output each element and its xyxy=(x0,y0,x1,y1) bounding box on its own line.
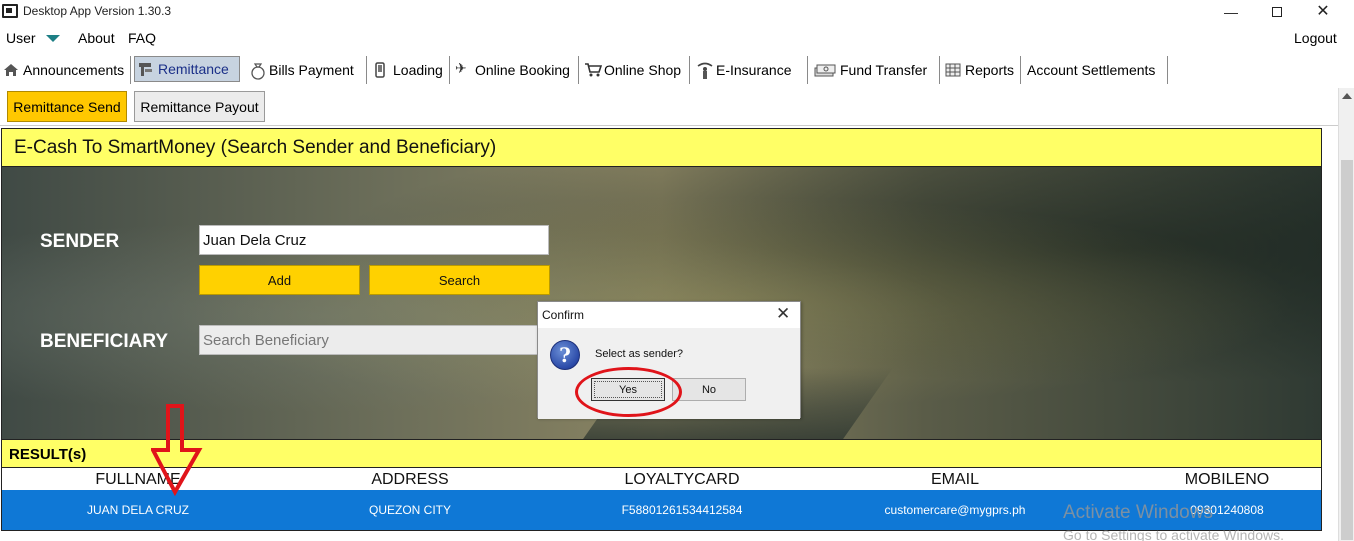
home-icon xyxy=(3,62,19,78)
close-window-button[interactable]: ✕ xyxy=(1300,2,1346,22)
column-header-address[interactable]: ADDRESS xyxy=(310,471,510,489)
search-button[interactable]: Search xyxy=(369,265,550,295)
reports-icon xyxy=(945,62,961,78)
tab-label: Fund Transfer xyxy=(840,62,928,78)
activate-windows-subtext: Go to Settings to activate Windows. xyxy=(1063,527,1284,541)
tab-account-settlements[interactable]: Account Settlements xyxy=(1024,56,1168,84)
insurance-icon xyxy=(696,62,713,79)
remittance-icon xyxy=(138,61,154,77)
cell-loyaltycard: F58801261534412584 xyxy=(621,503,743,517)
dialog-close-button[interactable]: ✕ xyxy=(776,304,790,324)
window-title: Desktop App Version 1.30.3 xyxy=(23,4,172,18)
dialog-message: Select as sender? xyxy=(595,348,684,360)
subtab-bar: Remittance Send Remittance Payout xyxy=(0,88,1338,126)
down-arrow-icon xyxy=(151,404,203,496)
tab-label: Announcements xyxy=(23,62,125,78)
column-header-mobileno[interactable]: MOBILENO xyxy=(1127,471,1321,489)
airplane-icon xyxy=(455,60,471,78)
dialog-titlebar: Confirm ✕ xyxy=(538,302,800,328)
question-icon: ? xyxy=(550,340,580,370)
tab-fund-transfer[interactable]: Fund Transfer xyxy=(811,56,940,84)
minimize-button[interactable]: — xyxy=(1208,2,1254,22)
cart-icon xyxy=(584,62,603,78)
column-header-fullname[interactable]: FULLNAME xyxy=(38,471,238,489)
panel-header: E-Cash To SmartMoney (Search Sender and … xyxy=(2,129,1321,167)
tab-bills-payment[interactable]: Bills Payment xyxy=(246,56,367,84)
scrollbar-thumb[interactable] xyxy=(1341,160,1353,540)
cell-email: customercare@mygprs.ph xyxy=(884,503,1026,517)
beneficiary-label: BENEFICIARY xyxy=(40,331,169,352)
tab-label: Online Booking xyxy=(475,62,570,78)
logout-link[interactable]: Logout xyxy=(1294,30,1337,46)
tab-loading[interactable]: Loading xyxy=(370,56,450,84)
money-stack-icon xyxy=(814,62,836,78)
results-title: RESULT(s) xyxy=(9,446,87,463)
tab-announcements[interactable]: Announcements xyxy=(0,56,131,84)
subtab-remittance-payout[interactable]: Remittance Payout xyxy=(134,91,265,122)
tab-e-insurance[interactable]: E-Insurance xyxy=(693,56,808,84)
main-tab-bar: Announcements Remittance Bills Payment L… xyxy=(0,56,1354,86)
tab-label: Reports xyxy=(965,62,1015,78)
cell-address: QUEZON CITY xyxy=(368,503,451,517)
tab-reports[interactable]: Reports xyxy=(942,56,1021,84)
activate-windows-watermark: Activate Windows xyxy=(1063,502,1213,523)
tab-label: E-Insurance xyxy=(716,62,792,78)
sender-label: SENDER xyxy=(40,231,120,252)
sender-input[interactable]: Juan Dela Cruz xyxy=(199,225,549,255)
column-header-loyaltycard[interactable]: LOYALTYCARD xyxy=(582,471,782,489)
window-titlebar: Desktop App Version 1.30.3 — ✕ xyxy=(0,0,1354,26)
money-bag-icon xyxy=(249,62,265,80)
menu-about[interactable]: About xyxy=(78,30,115,46)
menu-user[interactable]: User xyxy=(6,30,36,46)
tab-label: Remittance xyxy=(158,61,229,77)
tab-label: Loading xyxy=(393,62,443,78)
cell-fullname: JUAN DELA CRUZ xyxy=(86,503,190,517)
page-title: E-Cash To SmartMoney (Search Sender and … xyxy=(14,137,497,158)
highlight-ellipse xyxy=(575,367,682,417)
scroll-up-icon[interactable] xyxy=(1342,93,1352,99)
tab-remittance[interactable]: Remittance xyxy=(134,56,240,82)
menu-bar: User About FAQ Logout xyxy=(0,28,1354,50)
dialog-title: Confirm xyxy=(542,308,585,322)
app-icon xyxy=(2,4,18,18)
add-button[interactable]: Add xyxy=(199,265,360,295)
tab-label: Account Settlements xyxy=(1027,62,1156,78)
subtab-remittance-send[interactable]: Remittance Send xyxy=(7,91,127,122)
maximize-icon xyxy=(1272,7,1282,17)
no-button[interactable]: No xyxy=(672,378,746,401)
maximize-button[interactable] xyxy=(1254,2,1300,22)
tab-label: Bills Payment xyxy=(269,62,354,78)
vertical-scrollbar[interactable] xyxy=(1338,88,1354,541)
phone-icon xyxy=(373,62,389,78)
column-header-email[interactable]: EMAIL xyxy=(855,471,1055,489)
chevron-down-icon[interactable] xyxy=(46,35,60,42)
tab-online-shop[interactable]: Online Shop xyxy=(581,56,690,84)
menu-faq[interactable]: FAQ xyxy=(128,30,156,46)
beneficiary-search-input[interactable]: Search Beneficiary xyxy=(199,325,549,355)
tab-online-booking[interactable]: Online Booking xyxy=(452,56,579,84)
tab-label: Online Shop xyxy=(604,62,682,78)
